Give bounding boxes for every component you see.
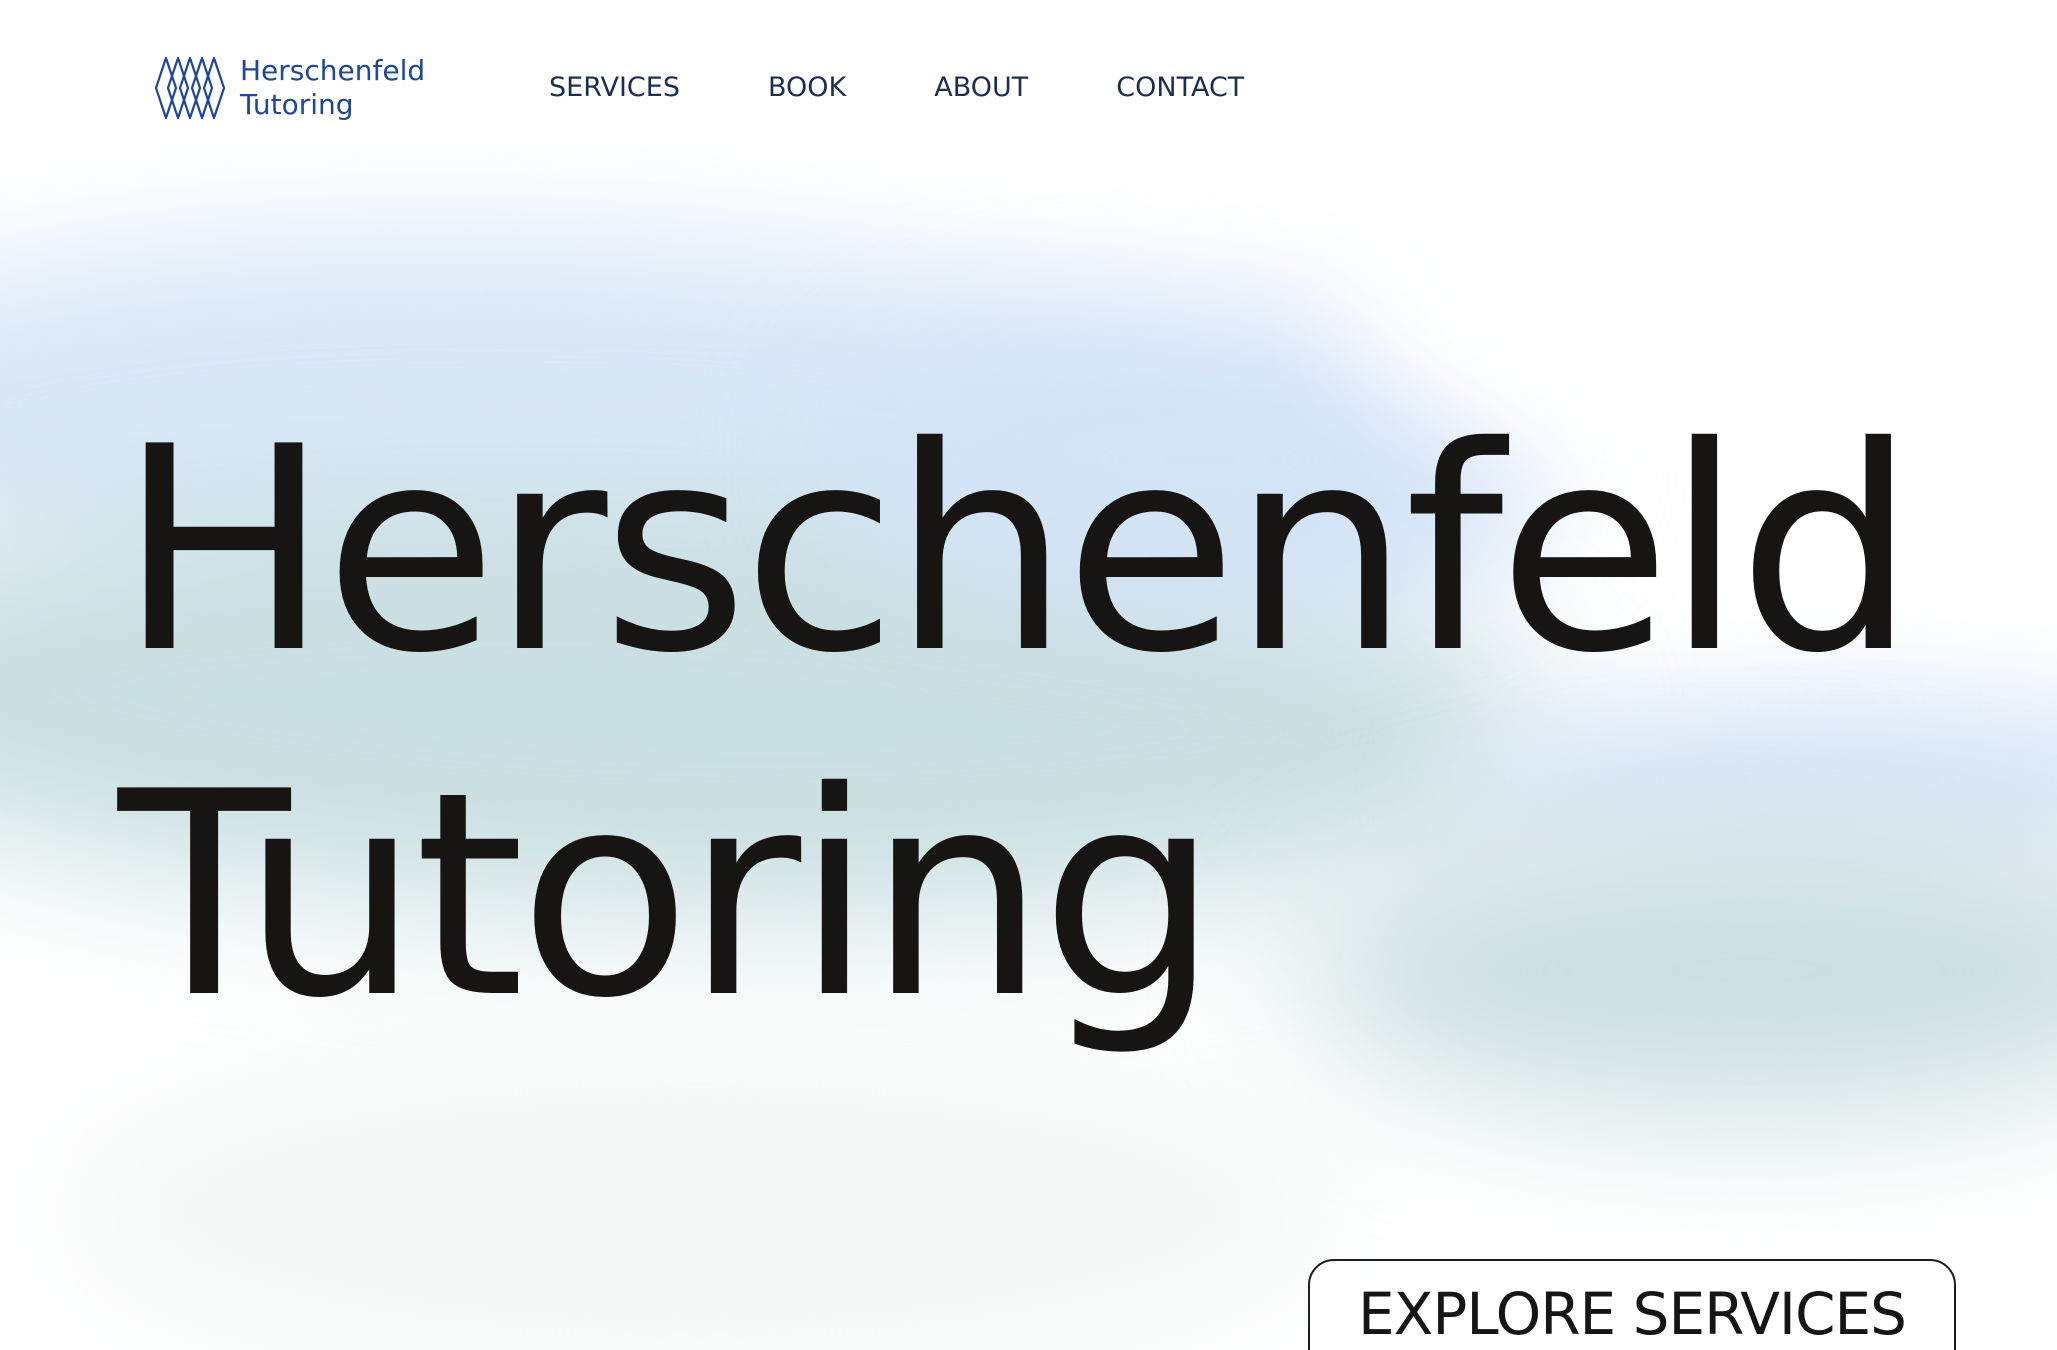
page: Herschenfeld Tutoring SERVICES BOOK ABOU… bbox=[0, 0, 2057, 1350]
nav-item-book[interactable]: BOOK bbox=[768, 72, 846, 103]
nav-item-contact[interactable]: CONTACT bbox=[1116, 72, 1244, 103]
site-header: Herschenfeld Tutoring SERVICES BOOK ABOU… bbox=[0, 0, 2057, 180]
brand-logo-link[interactable]: Herschenfeld Tutoring bbox=[152, 54, 425, 122]
brand-name-line2: Tutoring bbox=[240, 88, 354, 121]
hero-title-line1: Herschenfeld bbox=[118, 386, 1917, 715]
hero-title-line2: Tutoring bbox=[118, 731, 1219, 1060]
nav-item-about[interactable]: ABOUT bbox=[934, 72, 1028, 103]
main-nav: SERVICES BOOK ABOUT CONTACT bbox=[549, 72, 1332, 103]
brand-name: Herschenfeld Tutoring bbox=[240, 54, 425, 122]
explore-services-button[interactable]: EXPLORE SERVICES bbox=[1308, 1259, 1956, 1350]
hero-title: Herschenfeld Tutoring bbox=[118, 378, 1917, 1068]
brand-name-line1: Herschenfeld bbox=[240, 54, 426, 87]
nav-item-services[interactable]: SERVICES bbox=[549, 72, 680, 103]
background-blob bbox=[50, 1020, 1350, 1350]
explore-services-label: EXPLORE SERVICES bbox=[1358, 1280, 1907, 1348]
diamond-lattice-logo-icon bbox=[154, 56, 226, 120]
